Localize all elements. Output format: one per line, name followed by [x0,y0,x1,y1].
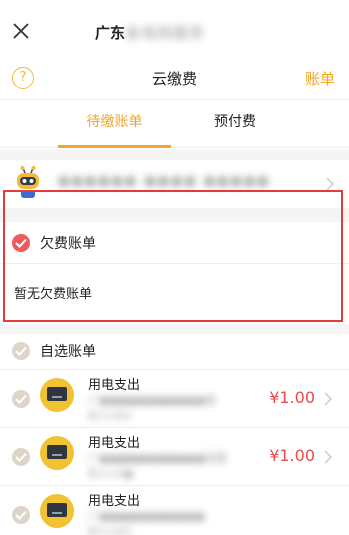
bill-type: 用电支出 [88,378,141,393]
electric-bill-icon [40,378,74,412]
optional-bills-header[interactable]: 自选账单 [0,334,349,370]
bill-room: 层-9-409 [88,527,131,535]
bill-checkbox[interactable] [12,448,30,466]
bill-amount: ¥1.00 [269,388,315,407]
chevron-right-icon [324,450,333,464]
page-title-masked: 省电网服务 [125,24,206,42]
header-title: 云缴费 [151,70,197,88]
close-icon [13,23,29,39]
unchecked-icon [12,342,30,360]
electric-bill-icon [40,494,74,528]
page-title-visible: 广东 [95,24,126,42]
page-title: 广东省电网服务 [95,22,205,43]
account-masked-info: ●●●●●● ●●●● ●●●●● [58,174,271,189]
bill-type: 用电支出 [88,494,141,509]
tab-pending-bills[interactable]: 待缴账单 [58,100,171,148]
top-bar: 广东省电网服务 [0,0,349,62]
chevron-right-icon [326,177,335,191]
tab-prepaid[interactable]: 预付费 [180,100,290,148]
bill-link[interactable]: 账单 [305,68,335,89]
section-divider [0,324,349,334]
bill-room: 层-9-20● [88,469,134,480]
bill-list-item[interactable]: 用电支出 广●●●●●●●●●●● 层-9-409 [0,486,349,535]
optional-bills-label: 自选账单 [40,344,96,360]
bill-list-item[interactable]: 用电支出 广●●●●●●●●●●●驭楼 层-9-20● ¥1.00 [0,428,349,486]
section-divider [0,149,349,160]
bill-address: 广●●●●●●●●●●● [88,510,205,523]
bill-list-item[interactable]: 用电支出 广●●●●●●●●●●●楼 层-9-409 ¥1.00 [0,370,349,428]
chevron-right-icon [324,392,333,406]
bill-checkbox[interactable] [12,390,30,408]
header-bar: ? 云缴费 账单 [0,62,349,100]
bill-room: 层-9-409 [88,411,131,422]
tab-bar: 待缴账单 预付费 [0,100,349,148]
bill-address: 广●●●●●●●●●●●楼 [88,394,216,407]
highlight-box [3,190,343,322]
bill-amount: ¥1.00 [269,446,315,465]
bill-address: 广●●●●●●●●●●●驭楼 [88,452,227,465]
close-button[interactable] [10,20,32,42]
bill-type: 用电支出 [88,436,141,451]
bill-checkbox[interactable] [12,506,30,524]
electric-bill-icon [40,436,74,470]
